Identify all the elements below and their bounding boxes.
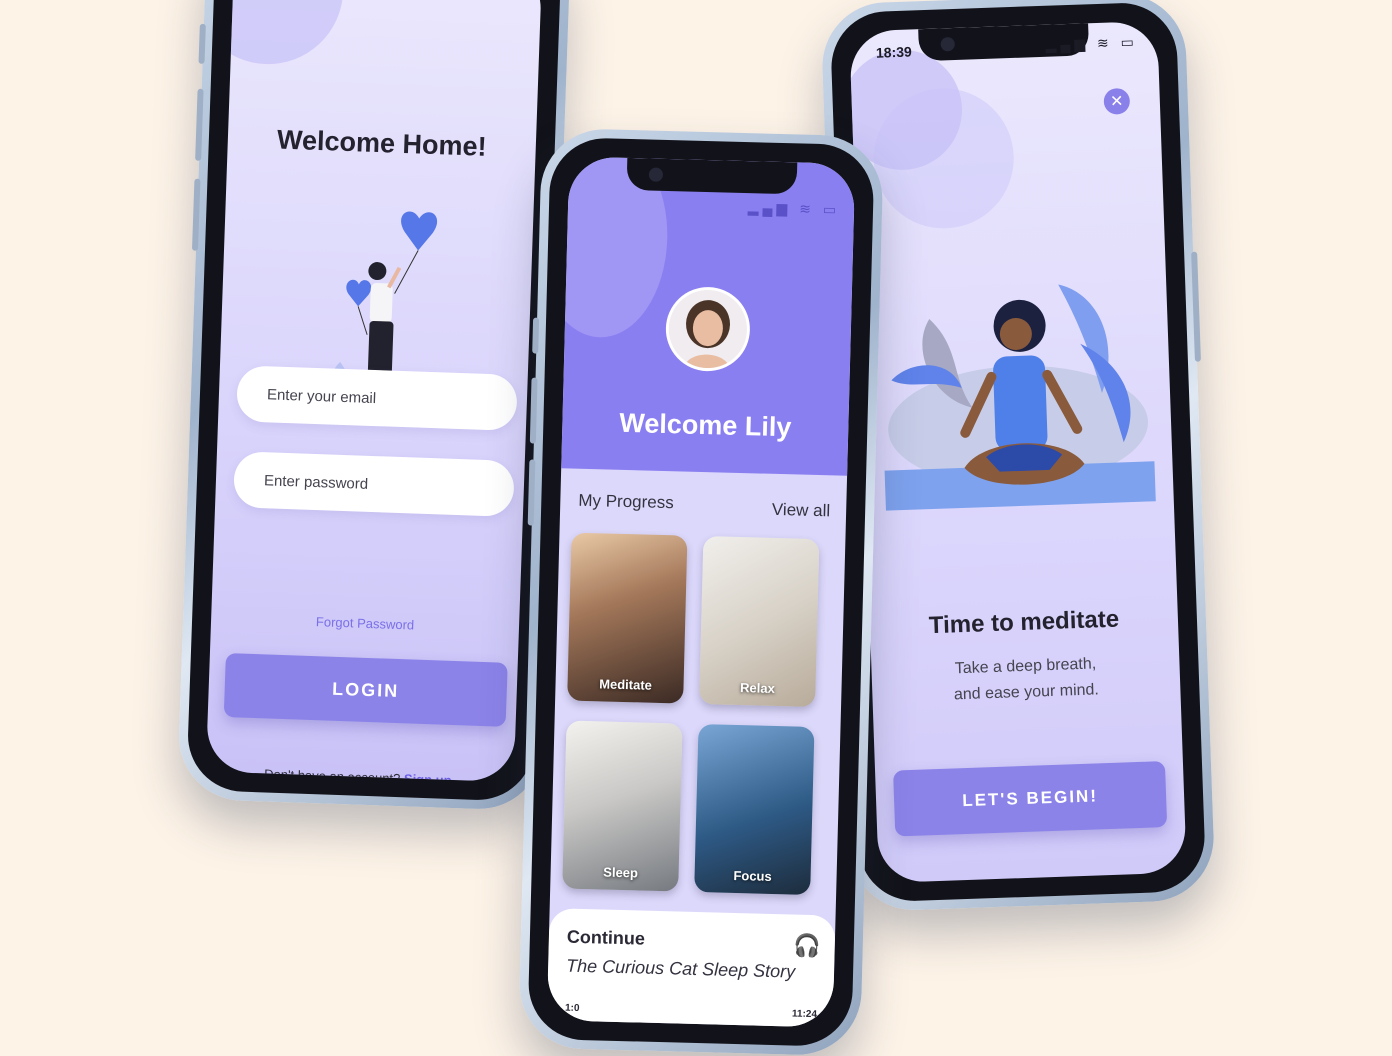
begin-button[interactable]: LET'S BEGIN! (893, 761, 1168, 837)
home-phone: ▂▄▆ ≋ ▭ Welcome Lily My Progress View al… (518, 127, 884, 1056)
tile-sleep[interactable]: Sleep (562, 720, 683, 892)
wifi-icon: ≋ (1096, 34, 1113, 51)
bezel: Welcome Home! Enter your email Enter pas… (186, 0, 562, 802)
continue-card[interactable]: Continue The Curious Cat Sleep Story 🎧 1… (546, 908, 836, 1028)
camera (940, 36, 955, 52)
notch (626, 157, 798, 195)
side-button (198, 23, 206, 64)
camera (648, 167, 664, 182)
meditate-title: Time to meditate (928, 605, 1120, 640)
tile-relax[interactable]: Relax (699, 536, 820, 708)
password-placeholder: Enter password (263, 471, 369, 493)
volume-up-button (195, 88, 204, 161)
battery-icon: ▭ (822, 201, 841, 218)
status-icons: ▂▄▆ ≋ ▭ (1045, 34, 1138, 54)
power-button (1191, 251, 1201, 362)
time-start: 1:0 (564, 1002, 580, 1014)
bezel: ▂▄▆ ≋ ▭ Welcome Lily My Progress View al… (527, 136, 875, 1048)
password-field[interactable]: Enter password (233, 451, 515, 517)
tile-focus[interactable]: Focus (694, 723, 815, 895)
status-icons: ▂▄▆ ≋ ▭ (748, 199, 841, 218)
signup-line: Don't have an account? Sign up. (206, 764, 514, 782)
volume-down-button (191, 178, 201, 251)
wifi-icon: ≋ (799, 200, 816, 217)
view-all-link[interactable]: View all (772, 500, 831, 522)
email-placeholder: Enter your email (266, 385, 377, 407)
home-screen: ▂▄▆ ≋ ▭ Welcome Lily My Progress View al… (546, 156, 856, 1028)
login-screen: Welcome Home! Enter your email Enter pas… (205, 0, 543, 783)
tile-meditate[interactable]: Meditate (567, 532, 688, 704)
tile-label: Relax (739, 680, 776, 696)
side-button (532, 317, 540, 354)
battery-icon: ▭ (1120, 33, 1139, 51)
tile-label: Focus (733, 867, 772, 884)
volume-down-button (527, 459, 536, 526)
meditation-illustration (884, 284, 1156, 511)
tile-label: Meditate (598, 676, 653, 693)
avatar-photo (667, 289, 748, 370)
signup-link[interactable]: Sign up. (404, 771, 456, 782)
signal-icon: ▂▄▆ (747, 199, 792, 217)
close-button[interactable]: ✕ (1103, 87, 1131, 115)
login-phone: Welcome Home! Enter your email Enter pas… (176, 0, 572, 812)
forgot-password-link[interactable]: Forgot Password (211, 610, 519, 636)
story-title: The Curious Cat Sleep Story (565, 955, 796, 982)
email-field[interactable]: Enter your email (236, 365, 518, 431)
headphones-icon[interactable]: 🎧 (793, 933, 821, 960)
decor-blob (205, 0, 346, 67)
meditate-screen: 18:39 ▂▄▆ ≋ ▭ ✕ Time to meditate Take a … (849, 20, 1187, 884)
time-end: 11:24 (791, 1008, 818, 1021)
progress-label: My Progress (578, 490, 674, 513)
login-button[interactable]: LOGIN (223, 653, 508, 727)
bezel: 18:39 ▂▄▆ ≋ ▭ ✕ Time to meditate Take a … (829, 1, 1207, 903)
signal-icon: ▂▄▆ (1045, 35, 1090, 53)
tile-label: Sleep (603, 864, 639, 881)
continue-title: Continue (566, 926, 646, 949)
volume-up-button (529, 377, 538, 444)
meditate-phone: 18:39 ▂▄▆ ≋ ▭ ✕ Time to meditate Take a … (820, 0, 1216, 913)
login-title: Welcome Home! (276, 124, 488, 162)
meditate-subtitle: Take a deep breath, and ease your mind. (911, 650, 1141, 710)
signup-prompt: Don't have an account? (263, 766, 401, 783)
status-time: 18:39 (875, 43, 913, 61)
close-icon: ✕ (1109, 93, 1124, 111)
